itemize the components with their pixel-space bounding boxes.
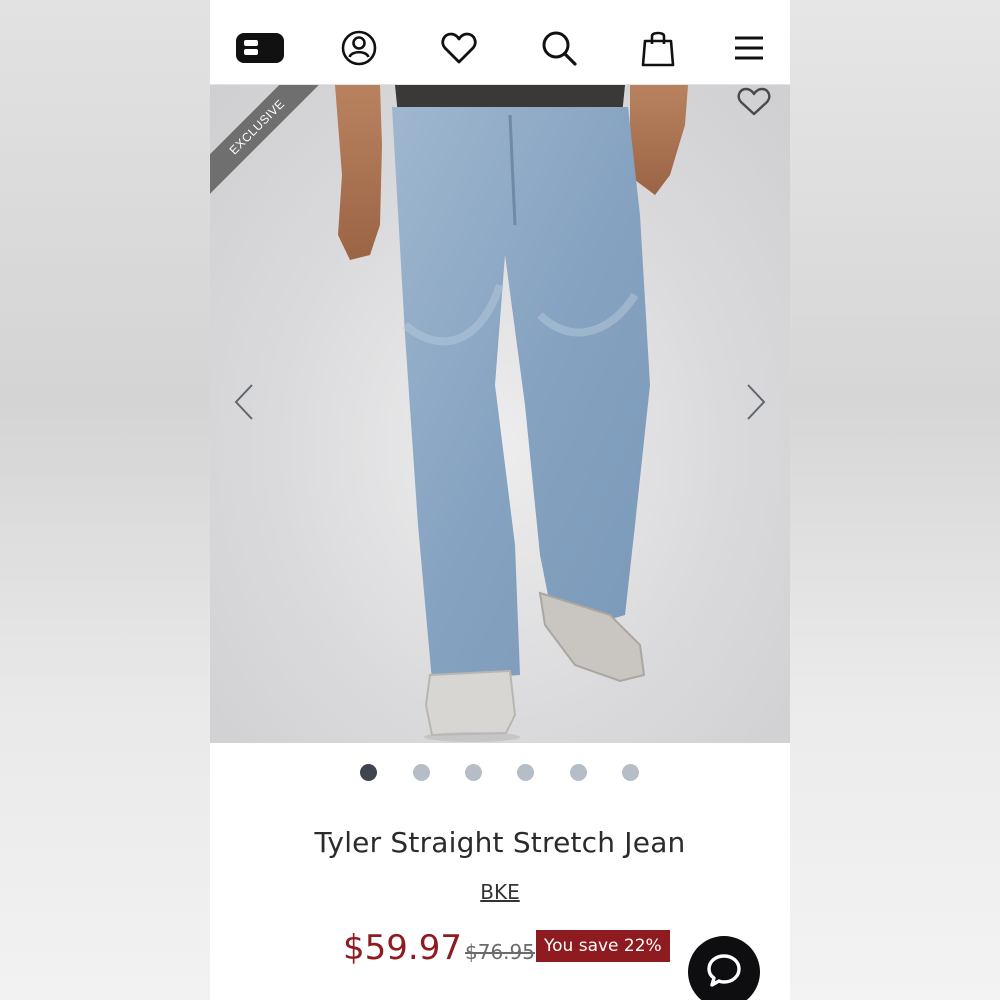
carousel-dot-1[interactable] [360, 764, 377, 781]
menu-icon[interactable] [730, 28, 770, 68]
background-blur-left [0, 0, 210, 1000]
product-brand-link[interactable]: BKE [210, 880, 790, 904]
carousel-dot-4[interactable] [517, 764, 534, 781]
sale-price: $59.97 [343, 928, 462, 968]
savings-badge: You save 22% [536, 930, 670, 962]
background-blur-right [790, 0, 1000, 1000]
top-navigation-bar [210, 0, 790, 85]
carousel-dot-3[interactable] [465, 764, 482, 781]
next-image-arrow-icon[interactable] [744, 383, 768, 421]
add-to-wishlist-heart-icon[interactable] [736, 85, 772, 119]
carousel-dot-2[interactable] [413, 764, 430, 781]
carousel-pagination [210, 764, 790, 782]
previous-image-arrow-icon[interactable] [232, 383, 256, 421]
brand-logo-icon[interactable] [234, 28, 286, 68]
carousel-dot-5[interactable] [570, 764, 587, 781]
wishlist-icon[interactable] [439, 28, 479, 68]
product-title: Tyler Straight Stretch Jean [314, 826, 686, 859]
chat-bubble-icon [707, 954, 741, 987]
account-icon[interactable] [339, 28, 379, 68]
original-price: $76.95 [465, 940, 535, 964]
chat-button[interactable] [688, 936, 760, 1000]
shopping-bag-icon[interactable] [638, 28, 678, 68]
carousel-dot-6[interactable] [622, 764, 639, 781]
search-icon[interactable] [539, 28, 579, 68]
product-photo [335, 85, 688, 742]
product-image-carousel[interactable]: EXCLUSIVE [210, 85, 790, 743]
phone-screen: EXCLUSIVE Tyler Straight Stretch Jean BK… [210, 0, 790, 1000]
